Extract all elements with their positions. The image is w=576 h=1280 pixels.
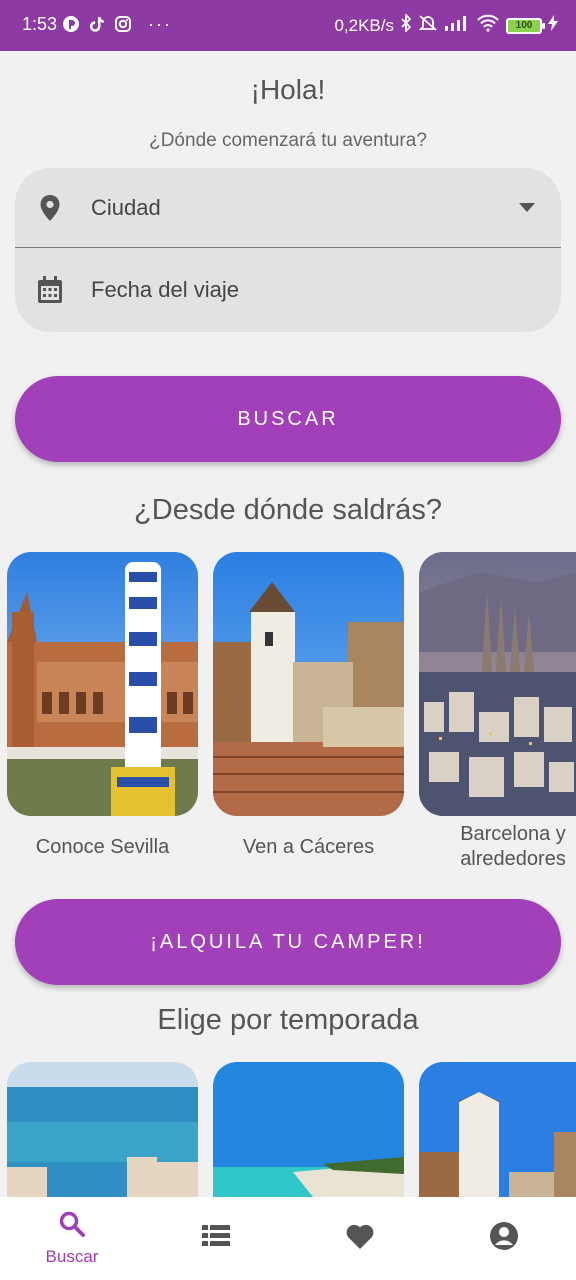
mute-icon xyxy=(418,14,438,37)
departure-section-title: ¿Desde dónde saldrás? xyxy=(134,494,442,526)
battery-level: 100 xyxy=(515,20,533,31)
charging-icon xyxy=(548,15,558,36)
status-system-icons: 0,2KB/s 100 xyxy=(334,12,558,37)
season-card-coast[interactable] xyxy=(213,1062,404,1197)
coast-image xyxy=(213,1062,404,1197)
beach-image xyxy=(7,1062,198,1197)
more-notifications-icon: ··· xyxy=(148,14,172,34)
battery-icon: 100 xyxy=(506,17,545,34)
city-dropdown[interactable]: Ciudad xyxy=(15,168,561,248)
signal-icon xyxy=(444,15,470,36)
nav-account[interactable] xyxy=(432,1197,576,1280)
account-icon xyxy=(489,1221,519,1256)
nav-favorites[interactable] xyxy=(288,1197,432,1280)
calendar-icon xyxy=(37,276,63,303)
list-icon xyxy=(202,1225,230,1252)
departure-card-barcelona[interactable] xyxy=(419,552,576,816)
search-button[interactable]: BUSCAR xyxy=(15,376,561,462)
heart-icon xyxy=(345,1222,375,1255)
search-card: Ciudad Fecha del viaje xyxy=(15,168,561,332)
instagram-icon xyxy=(114,15,132,33)
departure-caption: Barcelona y alrededores xyxy=(460,823,566,870)
departure-card-sevilla[interactable] xyxy=(7,552,198,816)
greeting-title: ¡Hola! xyxy=(250,74,326,105)
departure-caption: Ven a Cáceres xyxy=(242,836,375,858)
rent-camper-button[interactable]: ¡ALQUILA TU CAMPER! xyxy=(15,899,561,985)
sevilla-image xyxy=(7,552,198,816)
status-bar: 1:53 ··· 0,2KB/s 100 xyxy=(0,0,576,51)
season-card-beach[interactable] xyxy=(7,1062,198,1197)
greeting-subtitle: ¿Dónde comenzará tu aventura? xyxy=(149,130,427,151)
barcelona-image xyxy=(419,552,576,816)
caceres-image xyxy=(213,552,404,816)
nav-list[interactable] xyxy=(144,1197,288,1280)
city-label: Ciudad xyxy=(91,194,161,220)
search-icon xyxy=(58,1210,86,1243)
bottom-navigation: Buscar xyxy=(0,1197,576,1280)
tiktok-icon xyxy=(88,15,106,33)
season-card-town[interactable] xyxy=(419,1062,576,1197)
network-speed: 0,2KB/s xyxy=(334,15,394,35)
bluetooth-icon xyxy=(400,12,412,37)
nav-buscar-label: Buscar xyxy=(45,1247,99,1266)
status-notification-icons: ··· xyxy=(62,15,172,33)
nav-buscar[interactable]: Buscar xyxy=(0,1197,144,1280)
wifi-icon xyxy=(476,14,500,37)
date-label: Fecha del viaje xyxy=(91,277,239,302)
status-time: 1:53 xyxy=(22,14,58,34)
location-pin-icon xyxy=(37,194,63,221)
town-image xyxy=(419,1062,576,1197)
departure-caption: Conoce Sevilla xyxy=(35,836,170,858)
season-section-title: Elige por temporada xyxy=(157,1004,419,1036)
chevron-down-icon[interactable] xyxy=(519,203,535,212)
departure-card-caceres[interactable] xyxy=(213,552,404,816)
date-field[interactable]: Fecha del viaje xyxy=(15,250,561,330)
app-notification-icon xyxy=(62,15,80,33)
